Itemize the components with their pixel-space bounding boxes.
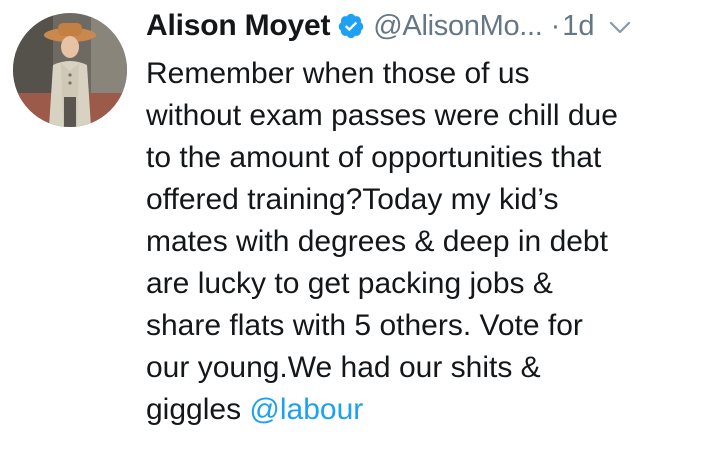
tweet-header: Alison Moyet @AlisonMo... · 1d xyxy=(146,3,691,49)
author-handle[interactable]: @AlisonMo... xyxy=(373,10,543,43)
verified-badge-icon xyxy=(337,12,365,40)
tweet-text-line: share flats with 5 others. Vote for xyxy=(146,309,583,342)
tweet-text-line: our young.We had our shits & xyxy=(146,351,541,384)
profile-photo xyxy=(13,13,127,127)
tweet-text-line: are lucky to get packing jobs & xyxy=(146,267,553,300)
tweet-text-line: Remember when those of us xyxy=(146,57,530,90)
separator-dot: · xyxy=(550,9,561,42)
timestamp[interactable]: 1d xyxy=(562,10,594,43)
tweet-text-line: offered training?Today my kid’s xyxy=(146,183,559,216)
avatar[interactable] xyxy=(13,13,127,127)
tweet-text: Remember when those of us without exam p… xyxy=(146,53,694,431)
tweet-text-line: without exam passes were chill due xyxy=(146,99,618,132)
tweet-text-line: mates with degrees & deep in debt xyxy=(146,225,608,258)
tweet-text-line-last: giggles @labour xyxy=(146,389,694,431)
mention-link[interactable]: @labour xyxy=(249,393,363,426)
chevron-down-icon[interactable] xyxy=(609,21,631,35)
author-name[interactable]: Alison Moyet xyxy=(146,9,330,43)
tweet-text-fragment: giggles xyxy=(146,393,250,426)
tweet-text-line: to the amount of opportunities that xyxy=(146,141,602,174)
tweet[interactable]: Alison Moyet @AlisonMo... · 1d Remember … xyxy=(0,0,701,450)
